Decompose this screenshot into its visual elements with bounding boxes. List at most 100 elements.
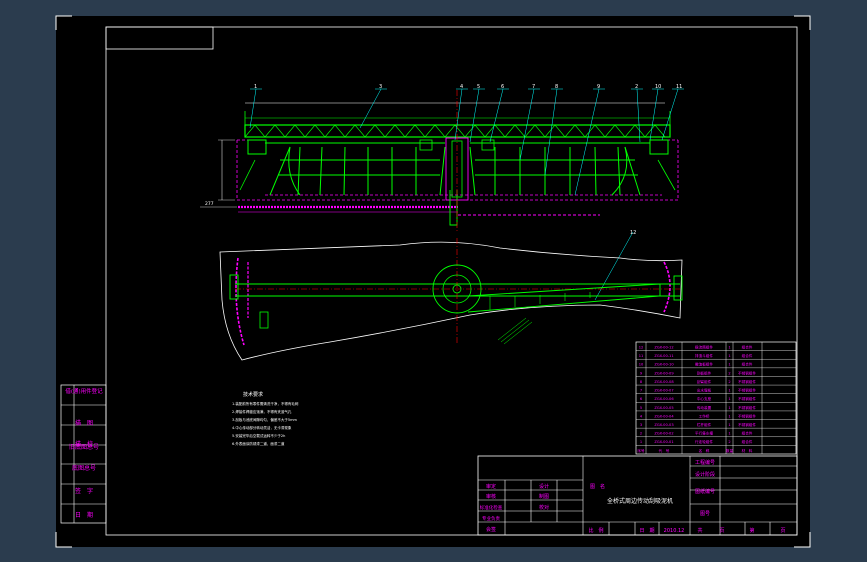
note-line: 2.焊接件焊缝应饱满，不得有夹渣气孔 [232,409,292,414]
date-value: 2010.12 [664,528,685,534]
parts-cell-no: 3 [640,423,642,427]
parts-cell-qty: 1 [728,354,730,358]
parts-cell-no: 1 [640,440,642,444]
title-label: 会签 [486,526,496,533]
notes-title: 技术要求 [243,391,263,398]
title-label: 审核 [486,493,496,500]
parts-cell-no: 7 [640,389,642,393]
parts-cell-qty: 1 [728,397,730,401]
parts-cell-qty: 1 [728,406,730,410]
parts-cell-code: 代 号 [659,448,670,453]
parts-cell-material: 不锈钢组件 [738,405,756,410]
parts-cell-name: 工作桥 [699,413,710,418]
paper [56,16,810,547]
parts-cell-code: ZGX-00-10 [654,363,674,367]
drawing-sheet: 借(通)用件登记 描 图 描 校 旧底图总号 底图总号 签 字 日 期 277 … [55,15,811,548]
page-label: 第 [749,527,754,534]
parts-cell-qty: 1 [728,363,730,367]
parts-cell-code: ZGX-00-09 [654,371,674,375]
parts-cell-no: 11 [639,354,644,358]
parts-cell-name: 排渣斗组件 [695,353,713,358]
parts-cell-qty: 1 [728,389,730,393]
parts-cell-name: 平行集水槽 [695,431,713,436]
parts-cell-qty: 1 [728,432,730,436]
title-label: 设计阶段 [695,471,715,478]
parts-cell-qty: 1 [728,345,730,349]
title-label: 图纸编号 [695,488,715,495]
stamp-row-label: 旧底图总号 [69,443,99,451]
parts-cell-material: 不锈钢组件 [738,413,756,418]
parts-cell-no: 10 [639,363,644,367]
note-line: 3.刮板与池底间隙均匀，偏差不大于5mm [232,417,297,422]
parts-cell-code: ZGX-00-12 [654,345,673,349]
title-label: 制图 [539,493,549,500]
balloon-label: 2 [635,84,638,90]
title-label: 工程编号 [695,459,715,466]
note-line: 5.安装完毕后空载试运转不少于2h [232,433,285,438]
parts-cell-name: 刮板组件 [697,370,712,375]
parts-cell-qty: 数量 [726,448,734,453]
parts-cell-qty: 2 [728,380,730,384]
title-label: 专业负责 [482,515,500,522]
balloon-label: 6 [501,84,504,90]
parts-cell-code: ZGX-00-07 [654,389,673,393]
parts-cell-name: 撇渣板组件 [695,362,713,367]
title-label: 设计 [539,483,549,490]
note-line: 6.外表面涂防锈漆二道，面漆二道 [232,441,285,446]
parts-cell-material: 材 料 [742,448,753,453]
date-label: 日 期 [639,528,654,534]
stamp-row-label: 日 期 [75,511,93,519]
parts-cell-name: 名 称 [699,448,710,453]
stamp-row-label: 签 字 [75,487,93,495]
parts-cell-code: ZGX-00-02 [654,432,673,436]
parts-cell-no: 2 [640,432,642,436]
parts-cell-code: ZGX-00-04 [654,414,674,418]
parts-cell-material: 组合件 [742,344,753,349]
drawing-name: 全桥式周边传动刮吸泥机 [607,497,673,505]
title-label: 校对 [539,504,549,511]
parts-cell-code: ZGX-00-05 [654,406,673,410]
balloon-label: 9 [597,84,600,90]
parts-cell-material: 组合件 [742,431,753,436]
parts-cell-material: 组合件 [742,439,753,444]
parts-cell-material: 组合件 [742,353,753,358]
balloon-label: 4 [460,84,463,90]
parts-cell-material: 不锈钢组件 [738,370,756,375]
parts-cell-name: 中心支座 [697,396,712,401]
stamp-row-label: 借(通)用件登记 [65,387,103,395]
parts-cell-code: ZGX-00-06 [654,397,674,401]
balloon-label: 8 [555,84,558,90]
scale-label: 比 例 [588,527,603,534]
parts-cell-name: 稳流筒组件 [695,344,713,349]
parts-cell-name: 刮臂组件 [697,379,712,384]
total-unit: 页 [719,528,724,534]
parts-cell-name: 栏杆组件 [697,422,712,427]
balloon-label: 10 [655,84,661,90]
parts-cell-qty: 1 [728,423,730,427]
parts-cell-material: 不锈钢组件 [738,396,756,401]
total-label: 共 [697,527,702,534]
page-unit: 页 [780,528,785,534]
balloon-label: 11 [676,84,682,90]
parts-cell-name: 传动装置 [697,405,712,410]
parts-cell-no: 5 [640,406,642,410]
parts-cell-no: 12 [639,345,644,349]
note-line: 1.装配前所有零件需清洗干净，不得有毛刺 [232,401,299,406]
parts-cell-material: 不锈钢组件 [738,388,756,393]
balloon-label: 7 [532,84,535,90]
dimension-label: 277 [205,201,214,207]
balloon-label: 3 [379,84,382,90]
parts-cell-code: ZGX-00-01 [654,440,673,444]
parts-cell-material: 不锈钢组件 [738,422,756,427]
parts-cell-name: 出水堰板 [697,388,712,393]
parts-cell-qty: 2 [728,440,730,444]
drawing-name-label: 图 名 [590,483,605,490]
title-label: 图号 [700,511,710,517]
parts-cell-code: ZGX-00-08 [654,380,674,384]
balloon-label: 12 [630,230,636,236]
stamp-row-label: 描 图 [75,419,93,427]
parts-cell-name: 行走轮组件 [695,439,713,444]
stamp-row-label: 底图总号 [72,464,96,472]
balloon-label: 1 [254,84,257,90]
balloon-label: 5 [477,84,480,90]
